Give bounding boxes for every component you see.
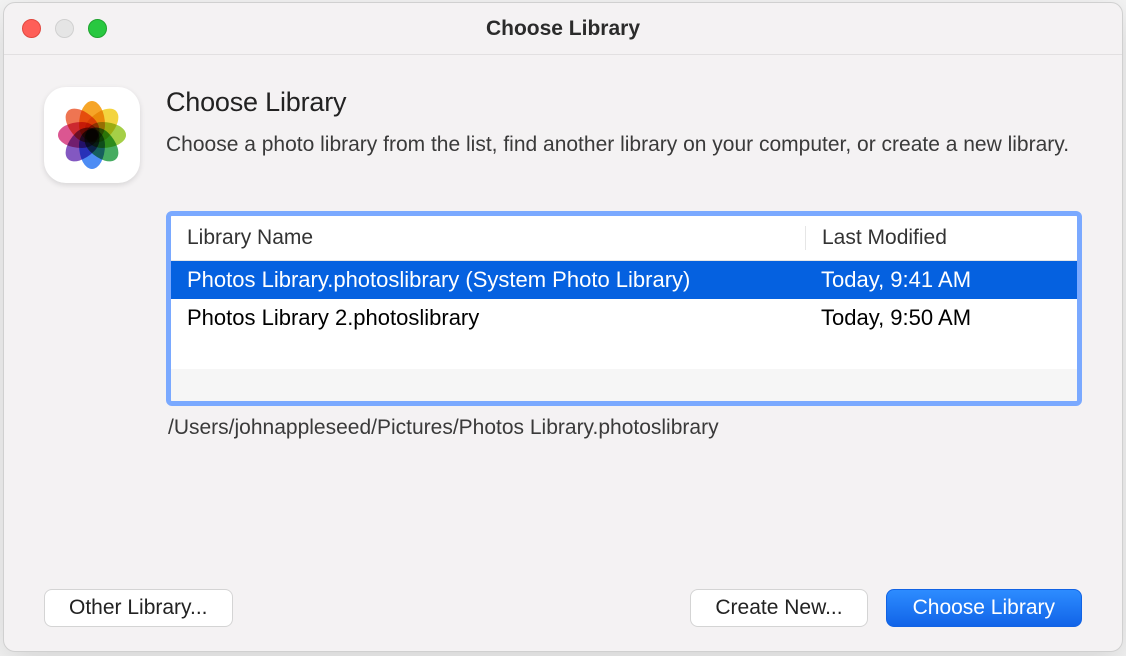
zoom-window-button[interactable]	[88, 19, 107, 38]
dialog-description: Choose a photo library from the list, fi…	[166, 130, 1082, 160]
close-window-button[interactable]	[22, 19, 41, 38]
column-header-modified[interactable]: Last Modified	[805, 226, 1061, 250]
library-modified-cell: Today, 9:50 AM	[805, 305, 1061, 331]
titlebar: Choose Library	[4, 3, 1122, 55]
photos-app-icon	[44, 87, 140, 183]
library-name-cell: Photos Library.photoslibrary (System Pho…	[187, 267, 799, 293]
dialog-content: Choose Library Choose a photo library fr…	[4, 55, 1122, 651]
column-header-name[interactable]: Library Name	[187, 226, 799, 250]
table-row-empty	[171, 337, 1077, 369]
traffic-lights	[22, 19, 107, 38]
library-table[interactable]: Library Name Last Modified Photos Librar…	[166, 211, 1082, 406]
library-name-cell: Photos Library 2.photoslibrary	[187, 305, 799, 331]
header-row: Choose Library Choose a photo library fr…	[44, 87, 1082, 183]
selected-library-path: /Users/johnappleseed/Pictures/Photos Lib…	[166, 416, 1082, 440]
library-list-section: Library Name Last Modified Photos Librar…	[166, 211, 1082, 440]
button-row: Other Library... Create New... Choose Li…	[44, 565, 1082, 627]
heading-block: Choose Library Choose a photo library fr…	[166, 87, 1082, 160]
other-library-button[interactable]: Other Library...	[44, 589, 233, 627]
photos-flower-icon	[57, 100, 127, 170]
library-modified-cell: Today, 9:41 AM	[805, 267, 1061, 293]
table-header: Library Name Last Modified	[171, 216, 1077, 261]
dialog-heading: Choose Library	[166, 87, 1082, 118]
table-row-empty	[171, 369, 1077, 401]
table-row[interactable]: Photos Library 2.photoslibrary Today, 9:…	[171, 299, 1077, 337]
window-title: Choose Library	[4, 17, 1122, 41]
minimize-window-button	[55, 19, 74, 38]
dialog-window: Choose Library Choose Library Choose a p…	[3, 2, 1123, 652]
table-row[interactable]: Photos Library.photoslibrary (System Pho…	[171, 261, 1077, 299]
choose-library-button[interactable]: Choose Library	[886, 589, 1082, 627]
create-new-button[interactable]: Create New...	[690, 589, 867, 627]
